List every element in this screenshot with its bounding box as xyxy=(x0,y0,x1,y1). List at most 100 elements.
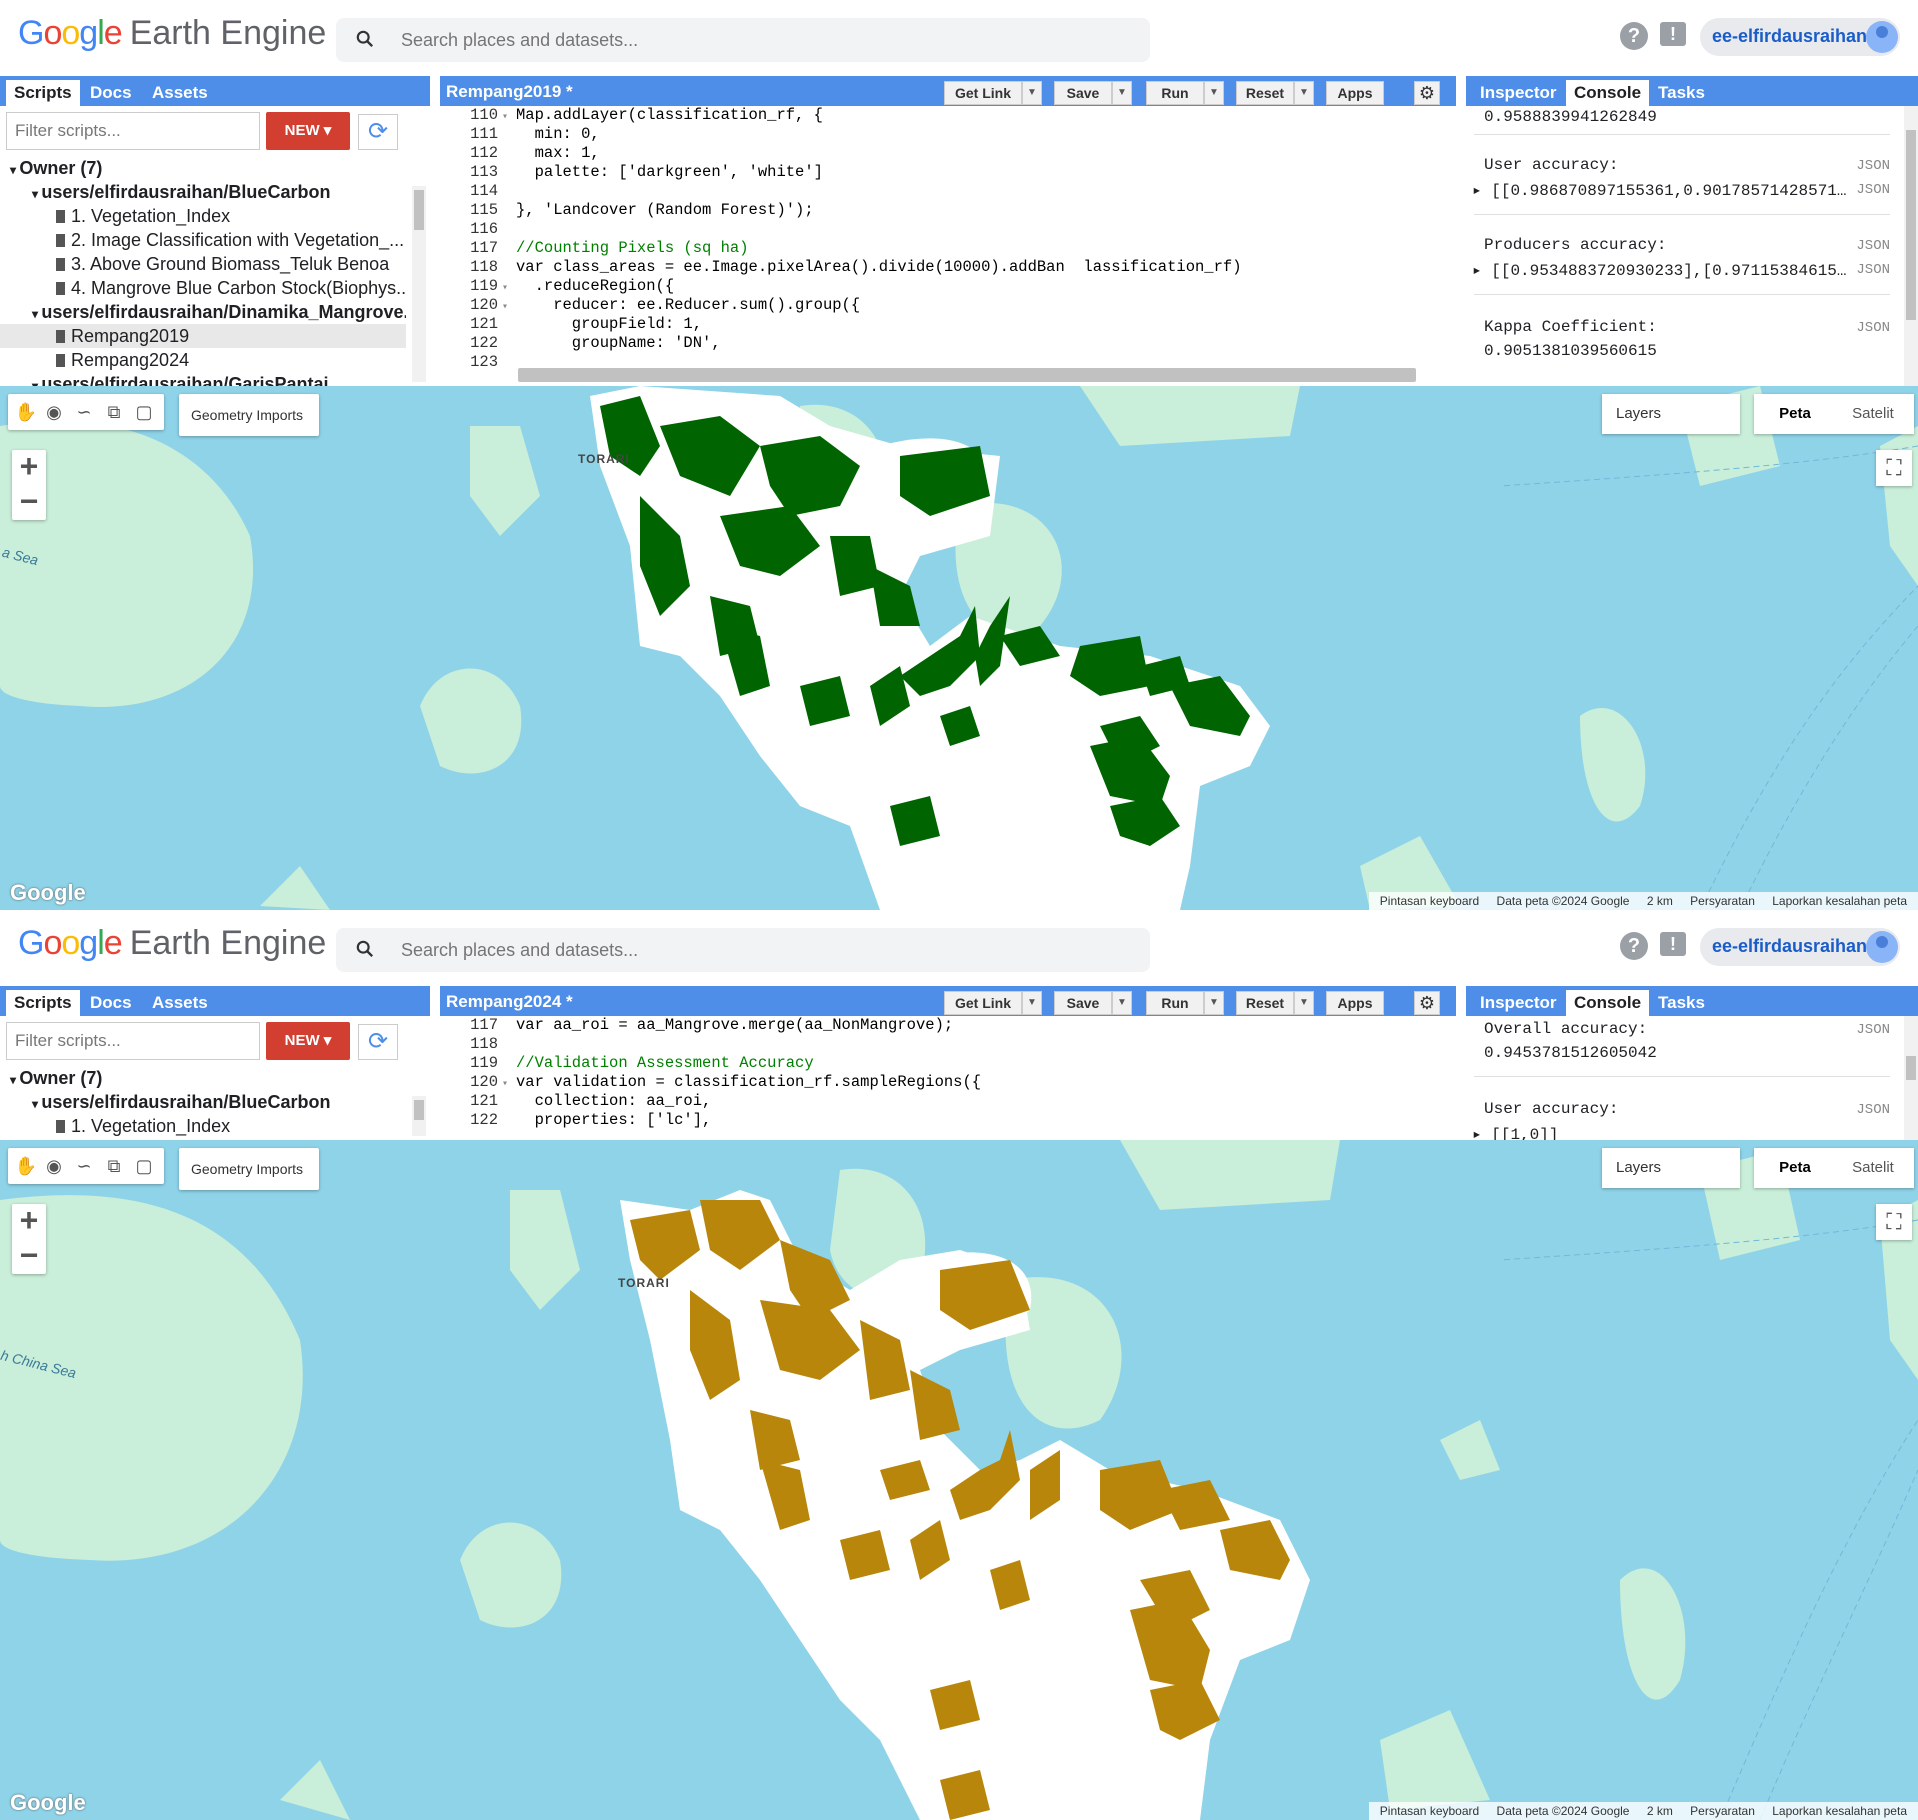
script-file[interactable]: Rempang2024 xyxy=(0,348,406,372)
run-button[interactable]: Run xyxy=(1146,991,1204,1015)
avatar[interactable] xyxy=(1866,931,1898,963)
repo-folder[interactable]: ▾ users/elfirdausraihan/Dinamika_Mangrov… xyxy=(0,300,406,324)
avatar[interactable] xyxy=(1866,21,1898,53)
code-line[interactable]: 118 var class_areas = ee.Image.pixelArea(… xyxy=(440,258,1456,277)
map-canvas[interactable] xyxy=(0,386,1918,910)
draw-line-icon[interactable]: ∽ xyxy=(72,400,96,424)
json-toggle[interactable]: JSON xyxy=(1856,158,1890,174)
get-link-dropdown-icon[interactable]: ▼ xyxy=(1022,81,1042,105)
script-title[interactable]: Rempang2019 * xyxy=(446,82,573,102)
fullscreen-icon[interactable]: ⛶ xyxy=(1876,1204,1912,1240)
keyboard-shortcuts-link[interactable]: Pintasan keyboard xyxy=(1380,894,1479,908)
point-marker-icon[interactable]: ◉ xyxy=(42,400,66,424)
zoom-out-button[interactable]: − xyxy=(12,1239,46,1274)
apps-button[interactable]: Apps xyxy=(1326,991,1384,1015)
code-line[interactable]: 119 ▾ .reduceRegion({ xyxy=(440,277,1456,296)
draw-polygon-icon[interactable]: ⧉ xyxy=(102,1154,126,1178)
tab-inspector[interactable]: Inspector xyxy=(1472,80,1565,106)
console-value[interactable]: ▸ [[0.9534883720930233],[0.97115384615… xyxy=(1472,260,1847,280)
scale-label[interactable]: 2 km xyxy=(1647,1804,1673,1818)
pan-hand-icon[interactable]: ✋ xyxy=(14,1154,38,1178)
search-box[interactable] xyxy=(336,18,1150,62)
draw-polygon-icon[interactable]: ⧉ xyxy=(102,400,126,424)
point-marker-icon[interactable]: ◉ xyxy=(42,1154,66,1178)
refresh-icon[interactable]: ⟳ xyxy=(358,1024,398,1060)
code-line[interactable]: 115}, 'Landcover (Random Forest)'); xyxy=(440,201,1456,220)
map-type-peta[interactable]: Peta xyxy=(1758,1148,1832,1188)
search-input[interactable] xyxy=(401,936,1101,964)
zoom-out-button[interactable]: − xyxy=(12,485,46,520)
console-scrollbar[interactable] xyxy=(1904,106,1918,386)
map-type-satelit[interactable]: Satelit xyxy=(1836,394,1910,434)
terms-link[interactable]: Persyaratan xyxy=(1690,1804,1755,1818)
tab-scripts[interactable]: Scripts xyxy=(6,990,80,1016)
console-value[interactable]: ▸ [[1,0]] xyxy=(1472,1124,1558,1140)
run-dropdown-icon[interactable]: ▼ xyxy=(1204,991,1224,1015)
layers-button[interactable]: Layers xyxy=(1602,394,1740,434)
json-toggle[interactable]: JSON xyxy=(1856,320,1890,336)
code-line[interactable]: 117 //Counting Pixels (sq ha) xyxy=(440,239,1456,258)
tab-console[interactable]: Console xyxy=(1566,80,1650,106)
code-line[interactable]: 113 palette: ['darkgreen', 'white'] xyxy=(440,163,1456,182)
apps-button[interactable]: Apps xyxy=(1326,81,1384,105)
code-line[interactable]: 118 xyxy=(440,1035,1456,1054)
code-line[interactable]: 121 groupField: 1, xyxy=(440,315,1456,334)
script-file[interactable]: 1. Vegetation_Index xyxy=(0,1114,406,1138)
zoom-in-button[interactable]: + xyxy=(12,1204,46,1239)
save-dropdown-icon[interactable]: ▼ xyxy=(1112,81,1132,105)
code-line[interactable]: 120 ▾ var validation = classification_rf.s… xyxy=(440,1073,1456,1092)
tab-console[interactable]: Console xyxy=(1566,990,1650,1016)
editor-hscrollbar[interactable] xyxy=(518,368,1416,382)
user-account-button[interactable]: ee-elfirdausraihan xyxy=(1700,928,1900,966)
json-toggle[interactable]: JSON xyxy=(1856,238,1890,254)
code-line[interactable]: 111 min: 0, xyxy=(440,125,1456,144)
script-file[interactable]: 4. Mangrove Blue Carbon Stock(Biophys... xyxy=(0,276,406,300)
script-file[interactable]: 3. Above Ground Biomass_Teluk Benoa xyxy=(0,252,406,276)
tab-docs[interactable]: Docs xyxy=(82,990,140,1016)
map-type-satelit[interactable]: Satelit xyxy=(1836,1148,1910,1188)
help-icon[interactable]: ? xyxy=(1620,932,1648,960)
save-button[interactable]: Save xyxy=(1054,81,1112,105)
draw-line-icon[interactable]: ∽ xyxy=(72,1154,96,1178)
code-line[interactable]: 114 xyxy=(440,182,1456,201)
tab-assets[interactable]: Assets xyxy=(144,990,216,1016)
new-button[interactable]: NEW ▾ xyxy=(266,1022,350,1060)
chevron-down-icon[interactable]: ▾ xyxy=(10,163,19,177)
map-2024[interactable]: TORARI h China Sea ✋ ◉ ∽ ⧉ ▢ Geometry Im… xyxy=(0,1140,1918,1820)
reset-dropdown-icon[interactable]: ▼ xyxy=(1294,81,1314,105)
tab-assets[interactable]: Assets xyxy=(144,80,216,106)
draw-rectangle-icon[interactable]: ▢ xyxy=(132,1154,156,1178)
get-link-dropdown-icon[interactable]: ▼ xyxy=(1022,991,1042,1015)
code-area[interactable]: 117 var aa_roi = aa_Mangrove.merge(aa_Non… xyxy=(440,1016,1456,1140)
filter-scripts-input[interactable]: Filter scripts... xyxy=(6,112,260,150)
script-file[interactable]: 2. Image Classification with Vegetation_… xyxy=(0,228,406,252)
script-title[interactable]: Rempang2024 * xyxy=(446,992,573,1012)
chevron-down-icon[interactable]: ▾ xyxy=(32,307,41,321)
user-account-button[interactable]: ee-elfirdausraihan xyxy=(1700,18,1900,56)
refresh-icon[interactable]: ⟳ xyxy=(358,114,398,150)
geometry-imports-button[interactable]: Geometry Imports xyxy=(179,394,319,436)
scripts-scrollbar[interactable] xyxy=(412,186,426,382)
json-toggle[interactable]: JSON xyxy=(1856,1022,1890,1038)
console-value[interactable]: ▸ [[0.986870897155361,0.90178571428571… xyxy=(1472,180,1847,200)
chevron-down-icon[interactable]: ▾ xyxy=(32,1097,41,1111)
gear-icon[interactable]: ⚙ xyxy=(1414,991,1440,1015)
tab-docs[interactable]: Docs xyxy=(82,80,140,106)
code-line[interactable]: 120 ▾ reducer: ee.Reducer.sum().group({ xyxy=(440,296,1456,315)
chevron-down-icon[interactable]: ▾ xyxy=(32,187,41,201)
save-dropdown-icon[interactable]: ▼ xyxy=(1112,991,1132,1015)
zoom-in-button[interactable]: + xyxy=(12,450,46,485)
layers-button[interactable]: Layers xyxy=(1602,1148,1740,1188)
run-button[interactable]: Run xyxy=(1146,81,1204,105)
earth-engine-logo[interactable]: Google Earth Engine xyxy=(18,14,326,53)
report-error-link[interactable]: Laporkan kesalahan peta xyxy=(1772,1804,1907,1818)
repo-folder[interactable]: ▾ users/elfirdausraihan/GarisPantai xyxy=(0,372,406,386)
reset-button[interactable]: Reset xyxy=(1236,991,1294,1015)
draw-rectangle-icon[interactable]: ▢ xyxy=(132,400,156,424)
report-error-link[interactable]: Laporkan kesalahan peta xyxy=(1772,894,1907,908)
gear-icon[interactable]: ⚙ xyxy=(1414,81,1440,105)
code-line[interactable]: 119 //Validation Assessment Accuracy xyxy=(440,1054,1456,1073)
repo-folder[interactable]: ▾ users/elfirdausraihan/BlueCarbon xyxy=(0,180,406,204)
feedback-icon[interactable]: ! xyxy=(1660,22,1686,46)
pan-hand-icon[interactable]: ✋ xyxy=(14,400,38,424)
